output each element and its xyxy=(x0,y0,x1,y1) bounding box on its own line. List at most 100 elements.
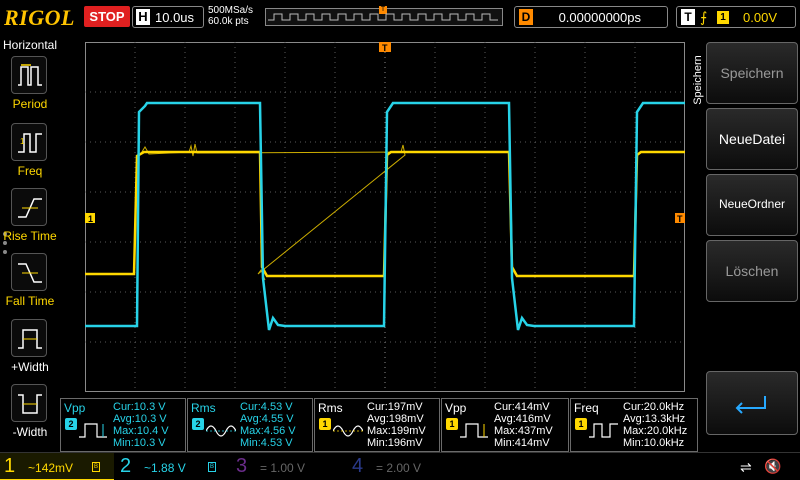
channel-2-tab[interactable]: 2 ~1.88 V B xyxy=(116,453,230,480)
svg-text:1: 1 xyxy=(88,214,93,224)
save-button[interactable]: Speichern xyxy=(706,42,798,104)
avg-value: Avg:416mV xyxy=(494,413,551,425)
new-folder-button[interactable]: NeueOrdner xyxy=(706,174,798,236)
measurement-item[interactable]: Vpp 1 Cur:414mV Avg:416mV Max:437mV Min:… xyxy=(441,398,569,452)
usb-icon: ⇌ xyxy=(740,459,752,475)
acquisition-info: 500MSa/s 60.0k pts xyxy=(208,5,253,27)
trigger-level-marker[interactable]: T xyxy=(675,213,685,224)
coupling-icon: ~ xyxy=(144,461,152,475)
memory-depth: 60.0k pts xyxy=(208,16,249,27)
cur-value: Cur:414mV xyxy=(494,401,550,413)
timebase-box[interactable]: H 10.0us xyxy=(132,6,204,28)
channel-4-tab[interactable]: 4 = 2.00 V xyxy=(348,453,462,480)
channel-scale: ~1.88 V xyxy=(144,461,186,475)
frequency-icon: 1 xyxy=(11,123,47,161)
scale-value: 2.00 V xyxy=(386,461,422,475)
return-arrow-icon xyxy=(735,396,766,414)
channel-scale: = 1.00 V xyxy=(260,461,305,475)
measure-freq-item[interactable]: 1 Freq xyxy=(0,123,60,185)
top-bar: RIGOL STOP H 10.0us 500MSa/s 60.0k pts T… xyxy=(0,0,800,36)
max-value: Max:199mV xyxy=(367,425,426,437)
frequency-icon xyxy=(589,423,618,438)
channel-number: 1 xyxy=(4,455,16,477)
measure-neg-width-item[interactable]: -Width xyxy=(0,384,60,446)
ch1-level-marker[interactable]: 1 xyxy=(85,213,95,224)
sound-muted-icon[interactable]: 🔇 xyxy=(764,458,781,475)
cur-value: Cur:197mV xyxy=(367,401,423,413)
channel-1-tab[interactable]: 1 ~142mV B xyxy=(0,453,114,480)
measurement-item[interactable]: Rms 1 Cur:197mV Avg:198mV Max:199mV Min:… xyxy=(314,398,440,452)
channel-scale: ~142mV xyxy=(28,461,73,475)
channel-badge: 1 xyxy=(575,418,587,430)
vpp-icon xyxy=(460,423,488,438)
panel-title: Horizontal xyxy=(3,38,58,52)
memory-overview[interactable]: T xyxy=(265,6,503,26)
trigger-badge: T xyxy=(681,9,695,25)
measurement-item[interactable]: Freq 1 Cur:20.0kHz Avg:13.3kHz Max:20.0k… xyxy=(570,398,698,452)
channel-number: 2 xyxy=(120,455,132,477)
neg-width-label: -Width xyxy=(12,425,48,439)
coupling-icon: = xyxy=(260,461,268,475)
delete-button[interactable]: Löschen xyxy=(706,240,798,302)
channel-bar: 1 ~142mV B 2 ~1.88 V B 3 = 1.00 V 4 = 2.… xyxy=(0,452,800,480)
sample-rate: 500MSa/s xyxy=(208,5,254,16)
negative-width-icon xyxy=(11,384,47,422)
measurement-name: Freq xyxy=(574,401,599,415)
measurement-name: Rms xyxy=(318,401,343,415)
delay-badge: D xyxy=(519,9,533,25)
rms-icon xyxy=(333,425,363,437)
measurement-item[interactable]: Vpp 2 Cur:10.3 V Avg:10.3 V Max:10.4 V M… xyxy=(60,398,186,452)
delay-box[interactable]: D 0.00000000ps xyxy=(514,6,668,28)
min-value: Min:4.53 V xyxy=(240,437,293,449)
measure-period-item[interactable]: Period xyxy=(0,56,60,118)
menu-tab: Speichern xyxy=(688,44,704,124)
svg-text:T: T xyxy=(382,43,388,53)
cur-value: Cur:4.53 V xyxy=(240,401,293,413)
trigger-box[interactable]: T ⨍ 1 0.00V xyxy=(676,6,796,28)
measurement-item[interactable]: Rms 2 Cur:4.53 V Avg:4.55 V Max:4.56 V M… xyxy=(187,398,313,452)
new-folder-label: NeueOrdner xyxy=(718,197,786,211)
measure-rise-time-item[interactable]: Rise Time xyxy=(0,188,60,250)
trigger-position-top-marker[interactable]: T xyxy=(379,42,391,53)
measurement-values: Cur:414mV Avg:416mV Max:437mV Min:414mV xyxy=(494,401,553,449)
memory-waveform xyxy=(268,13,498,21)
measure-fall-time-item[interactable]: Fall Time xyxy=(0,253,60,315)
avg-value: Avg:4.55 V xyxy=(240,413,294,425)
trigger-source-badge: 1 xyxy=(717,11,729,24)
cur-value: Cur:10.3 V xyxy=(113,401,166,413)
avg-value: Avg:198mV xyxy=(367,413,424,425)
channel-3-tab[interactable]: 3 = 1.00 V xyxy=(232,453,346,480)
period-icon xyxy=(11,56,47,94)
period-label: Period xyxy=(12,97,48,111)
pos-width-label: +Width xyxy=(11,360,49,374)
measurement-values: Cur:10.3 V Avg:10.3 V Max:10.4 V Min:10.… xyxy=(113,401,169,449)
channel-badge: 1 xyxy=(319,418,331,430)
min-value: Min:10.0kHz xyxy=(623,437,685,449)
measure-pos-width-item[interactable]: +Width xyxy=(0,319,60,381)
measurement-values: Cur:20.0kHz Avg:13.3kHz Max:20.0kHz Min:… xyxy=(623,401,687,449)
new-file-button[interactable]: NeueDatei xyxy=(706,108,798,170)
coupling-icon: ~ xyxy=(28,461,36,475)
channel-number: 4 xyxy=(352,455,364,477)
rigol-logo: RIGOL xyxy=(4,5,75,30)
return-button[interactable] xyxy=(706,371,798,435)
run-stop-status[interactable]: STOP xyxy=(84,6,130,27)
fall-time-label: Fall Time xyxy=(5,294,55,308)
scale-value: 1.00 V xyxy=(270,461,306,475)
save-menu-panel: Speichern Speichern NeueDatei NeueOrdner… xyxy=(688,36,800,452)
menu-tab-label: Speichern xyxy=(692,55,704,105)
channel-badge: 2 xyxy=(192,418,204,430)
channel-badge: 1 xyxy=(446,418,458,430)
avg-value: Avg:10.3 V xyxy=(113,413,167,425)
positive-width-icon xyxy=(11,319,47,357)
scale-value: 142mV xyxy=(35,461,74,475)
svg-text:1: 1 xyxy=(20,137,25,146)
cur-value: Cur:20.0kHz xyxy=(623,401,685,413)
measurement-name: Vpp xyxy=(64,401,86,415)
rise-time-label: Rise Time xyxy=(3,229,57,243)
timebase-value: 10.0us xyxy=(155,10,195,25)
rms-icon xyxy=(206,425,236,437)
measurement-values: Cur:197mV Avg:198mV Max:199mV Min:196mV xyxy=(367,401,426,449)
rising-edge-icon: ⨍ xyxy=(700,9,708,25)
waveform-display[interactable]: 1 T T xyxy=(85,42,685,392)
